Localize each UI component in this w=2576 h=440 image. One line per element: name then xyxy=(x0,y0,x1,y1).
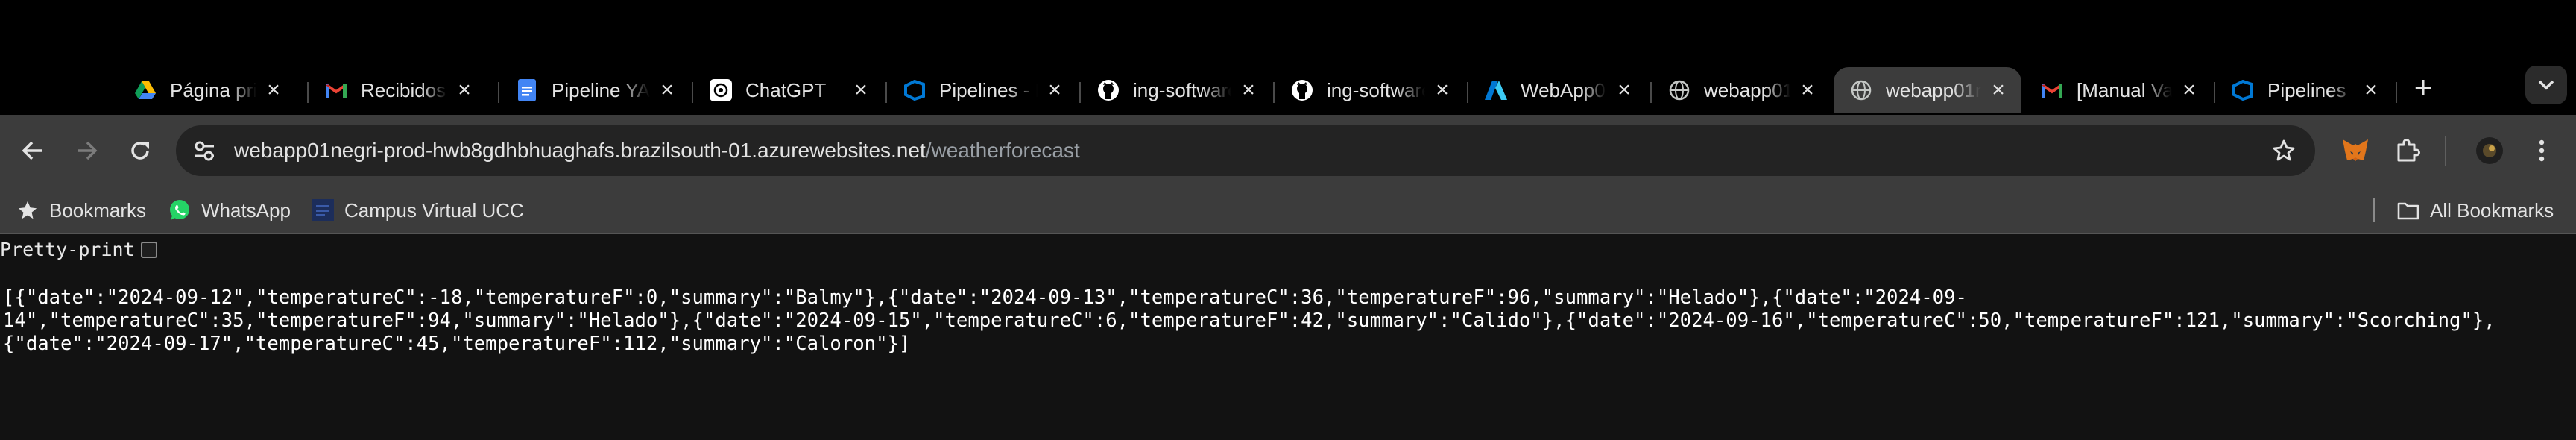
bookmarks-divider xyxy=(2373,198,2375,222)
url-host: webapp01negri-prod-hwb8gdhbhuaghafs.braz… xyxy=(234,139,926,162)
gmail-icon xyxy=(325,79,347,101)
tab-title: webapp01negri xyxy=(1886,78,1981,101)
more-vert-icon xyxy=(2539,139,2545,162)
json-line: 14","temperatureC":35,"temperatureF":94,… xyxy=(3,309,2496,332)
pretty-print-label: Pretty-print xyxy=(0,239,135,260)
tab-title: webapp01negri xyxy=(1704,78,1790,101)
new-tab-button[interactable]: + xyxy=(2406,69,2440,104)
close-icon[interactable]: × xyxy=(2360,78,2382,102)
tab-title: Pipelines xyxy=(2267,78,2346,101)
tab-title: WebApp01 xyxy=(1521,78,1607,101)
tab-pipelines-runs[interactable]: Pipelines - Runs × xyxy=(887,67,1078,113)
address-bar[interactable]: webapp01negri-prod-hwb8gdhbhuaghafs.braz… xyxy=(176,125,2315,176)
campus-icon xyxy=(312,199,334,221)
folder-icon xyxy=(2397,199,2419,221)
back-button[interactable] xyxy=(15,133,51,169)
whatsapp-icon xyxy=(168,199,191,221)
star-icon xyxy=(16,199,39,221)
json-line: [{"date":"2024-09-12","temperatureC":-18… xyxy=(3,286,1967,309)
arrow-right-icon xyxy=(78,141,98,160)
extensions-button[interactable] xyxy=(2390,133,2425,169)
tab-pagina-principal[interactable]: Página principal × xyxy=(118,67,297,113)
pretty-print-bar: Pretty-print xyxy=(0,234,2576,265)
close-icon[interactable]: × xyxy=(1237,78,1260,102)
profile-button[interactable] xyxy=(2472,133,2507,169)
reload-icon xyxy=(131,142,149,160)
puzzle-icon xyxy=(2397,139,2420,162)
bookmark-label: Campus Virtual UCC xyxy=(344,198,524,221)
tab-title: Página principal xyxy=(170,78,256,101)
arrow-left-icon xyxy=(22,141,42,160)
tab-recibidos[interactable]: Recibidos × xyxy=(309,67,487,113)
close-icon[interactable]: × xyxy=(453,78,476,102)
tab-chatgpt[interactable]: ChatGPT × xyxy=(693,67,884,113)
all-bookmarks-label: All Bookmarks xyxy=(2430,198,2554,221)
bookmark-label: Bookmarks xyxy=(49,198,147,221)
reload-button[interactable] xyxy=(122,133,158,169)
chatgpt-icon xyxy=(710,79,732,101)
tab-manual-validation[interactable]: [Manual Validation] × xyxy=(2024,67,2212,113)
avatar xyxy=(2476,137,2503,164)
browser-toolbar: webapp01negri-prod-hwb8gdhbhuaghafs.braz… xyxy=(0,115,2576,186)
json-line: {"date":"2024-09-17","temperatureC":45,"… xyxy=(3,333,911,355)
tab-title: Pipelines - Runs xyxy=(939,78,1038,101)
google-drive-icon xyxy=(134,79,157,101)
tab-webapp01[interactable]: WebApp01 × xyxy=(1468,67,1647,113)
gmail-icon xyxy=(2041,79,2063,101)
close-icon[interactable]: × xyxy=(262,78,285,102)
close-icon[interactable]: × xyxy=(1613,78,1635,102)
google-docs-icon xyxy=(516,79,538,101)
url-path: /weatherforecast xyxy=(925,139,1080,162)
globe-icon xyxy=(1850,79,1872,101)
tab-ing-software-2[interactable]: ing-software × xyxy=(1275,67,1465,113)
bookmarks-bar: Bookmarks WhatsApp Campus Virtual UCC Al… xyxy=(0,186,2576,234)
metamask-fox-icon xyxy=(2343,139,2368,161)
close-icon[interactable]: × xyxy=(1431,78,1453,102)
tab-pipeline-yaml[interactable]: Pipeline YAML × xyxy=(499,67,690,113)
tab-pipelines[interactable]: Pipelines × xyxy=(2215,67,2394,113)
tab-webapp01negri-1[interactable]: webapp01negri × xyxy=(1652,67,1831,113)
close-icon[interactable]: × xyxy=(850,78,872,102)
tab-strip: Página principal × Recibidos × Pipeline … xyxy=(0,64,2576,115)
github-icon xyxy=(1291,79,1313,101)
tab-title: [Manual Validation] xyxy=(2077,78,2172,101)
close-icon[interactable]: × xyxy=(1044,78,1066,102)
all-bookmarks-button[interactable]: All Bookmarks xyxy=(2397,192,2554,228)
chrome-menu-button[interactable] xyxy=(2524,133,2560,169)
tab-title: ChatGPT xyxy=(745,78,827,101)
pretty-print-checkbox[interactable] xyxy=(140,241,157,258)
tab-title: Recibidos xyxy=(361,78,446,101)
bookmarks-menu[interactable]: Bookmarks xyxy=(16,192,146,228)
close-icon[interactable]: × xyxy=(1987,78,2010,102)
bookmark-star-button[interactable] xyxy=(2267,134,2300,167)
forward-button[interactable] xyxy=(69,133,104,169)
azure-icon xyxy=(1485,79,1507,101)
json-response: [{"date":"2024-09-12","temperatureC":-18… xyxy=(3,286,2567,356)
url-text[interactable]: webapp01negri-prod-hwb8gdhbhuaghafs.braz… xyxy=(234,125,1080,176)
tab-title: Pipeline YAML xyxy=(552,78,650,101)
toolbar-divider xyxy=(2445,136,2446,166)
close-icon[interactable]: × xyxy=(2178,78,2200,102)
tab-title: ing-software xyxy=(1133,78,1231,101)
bookmark-label: WhatsApp xyxy=(201,198,291,221)
tab-divider xyxy=(2396,82,2397,103)
globe-icon xyxy=(1668,79,1690,101)
chevron-down-icon xyxy=(2538,80,2554,90)
tab-webapp01negri-active[interactable]: webapp01negri × xyxy=(1834,67,2021,113)
star-outline-icon xyxy=(2273,139,2295,161)
bookmark-whatsapp[interactable]: WhatsApp xyxy=(168,192,291,228)
tab-title: ing-software xyxy=(1327,78,1425,101)
tab-search-button[interactable] xyxy=(2525,66,2567,104)
close-icon[interactable]: × xyxy=(1796,78,1819,102)
site-info-button[interactable] xyxy=(186,133,222,169)
tune-icon xyxy=(195,141,214,161)
page-content: Pretty-print [{"date":"2024-09-12","temp… xyxy=(0,234,2576,440)
github-icon xyxy=(1097,79,1120,101)
metamask-extension-button[interactable] xyxy=(2337,133,2373,169)
close-icon[interactable]: × xyxy=(656,78,678,102)
azure-devops-icon xyxy=(2232,79,2254,101)
bookmark-campus-virtual-ucc[interactable]: Campus Virtual UCC xyxy=(312,192,524,228)
tab-ing-software-1[interactable]: ing-software × xyxy=(1081,67,1272,113)
azure-devops-icon xyxy=(903,79,926,101)
